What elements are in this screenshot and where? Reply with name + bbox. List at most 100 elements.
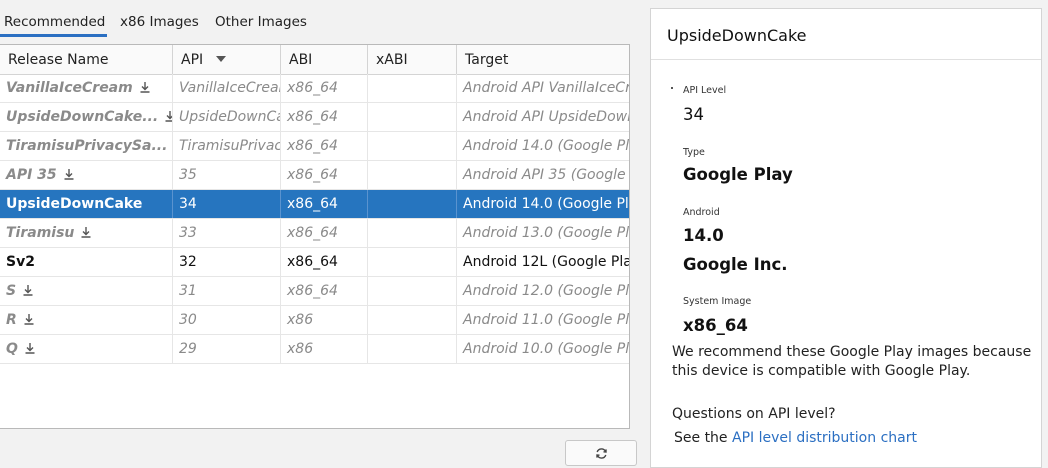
column-header-release-name[interactable]: Release Name bbox=[0, 45, 173, 74]
target-cell: Android 14.0 (Google Play) bbox=[457, 132, 630, 160]
table-row[interactable]: S 31 x86_64 Android 12.0 (Google Play) bbox=[0, 277, 629, 306]
release-name-text: UpsideDownCake bbox=[6, 196, 143, 212]
abi-cell: x86_64 bbox=[281, 132, 368, 160]
download-icon[interactable] bbox=[24, 342, 36, 354]
release-name-cell: API 35 bbox=[0, 161, 173, 189]
type-label: Type bbox=[683, 147, 705, 158]
table-row[interactable]: R 30 x86 Android 11.0 (Google Play) bbox=[0, 306, 630, 335]
column-header-xabi[interactable]: xABI bbox=[368, 45, 457, 74]
api-text: UpsideDownCake bbox=[179, 109, 280, 125]
abi-cell: x86_64 bbox=[281, 74, 368, 102]
column-header-api[interactable]: API bbox=[173, 45, 281, 74]
api-text: 29 bbox=[179, 341, 197, 357]
target-text: Android 14.0 (Google Play) bbox=[463, 138, 630, 154]
tab-x86-images[interactable]: x86 Images bbox=[120, 0, 199, 36]
table-row[interactable]: VanillaIceCream VanillaIceCream x86_64 Andr… bbox=[0, 74, 629, 103]
tab-recommended[interactable]: Recommended bbox=[4, 0, 105, 36]
release-name-cell: R bbox=[0, 306, 173, 334]
table-row[interactable]: UpsideDownCake 34 x86_64 Android 14.0 (Goog… bbox=[0, 190, 629, 219]
api-text: VanillaIceCream bbox=[179, 80, 281, 96]
release-name-text: Tiramisu bbox=[6, 225, 75, 241]
abi-cell: x86_64 bbox=[281, 161, 368, 189]
refresh-button[interactable] bbox=[565, 440, 637, 466]
target-text: Android 10.0 (Google Play) bbox=[463, 341, 630, 357]
xabi-cell bbox=[368, 277, 457, 305]
table-row[interactable]: Q 29 x86 Android 10.0 (Google Play) bbox=[0, 335, 630, 364]
download-icon[interactable] bbox=[139, 81, 151, 93]
api-cell: TiramisuPrivacy bbox=[173, 132, 281, 160]
divider bbox=[651, 59, 1041, 60]
refresh-icon bbox=[596, 448, 607, 459]
target-text: Android 14.0 (Google Play) bbox=[463, 196, 629, 212]
column-header-abi[interactable]: ABI bbox=[281, 45, 368, 74]
details-title: UpsideDownCake bbox=[667, 26, 807, 45]
system-image-table: Release Name API ABI xABI Target Vanilla… bbox=[0, 44, 630, 429]
api-cell: VanillaIceCream bbox=[173, 74, 281, 102]
android-version-value: 14.0 bbox=[683, 226, 724, 245]
xabi-cell bbox=[368, 248, 457, 276]
target-text: Android API UpsideDownCake bbox=[463, 109, 629, 125]
column-header-label: Release Name bbox=[8, 52, 109, 68]
api-level-value: 34 bbox=[683, 105, 704, 124]
download-icon[interactable] bbox=[80, 226, 92, 238]
api-text: 31 bbox=[179, 283, 197, 299]
table-row[interactable]: Sv2 32 x86_64 Android 12L (Google Play) bbox=[0, 248, 630, 277]
system-image-label: System Image bbox=[683, 296, 752, 307]
table-row[interactable]: API 35 35 x86_64 Android API 35 (Google Pla… bbox=[0, 161, 629, 190]
image-details-panel: UpsideDownCake API Level 34 Type Google … bbox=[650, 8, 1042, 468]
table-row[interactable]: TiramisuPrivacySa... TiramisuPrivacy x86_6… bbox=[0, 132, 630, 161]
recommendation-text: We recommend these Google Play images be… bbox=[672, 344, 1032, 379]
api-cell: UpsideDownCake bbox=[173, 103, 281, 131]
abi-text: x86_64 bbox=[287, 109, 338, 125]
tab-other-images[interactable]: Other Images bbox=[215, 0, 307, 36]
download-icon[interactable] bbox=[164, 110, 173, 122]
download-icon[interactable] bbox=[63, 168, 75, 180]
api-text: 34 bbox=[179, 196, 197, 212]
xabi-cell bbox=[368, 219, 457, 247]
android-label: Android bbox=[683, 207, 720, 218]
release-name-text: Sv2 bbox=[6, 254, 35, 270]
api-text: 35 bbox=[179, 167, 197, 183]
release-name-cell: Q bbox=[0, 335, 173, 363]
target-text: Android 11.0 (Google Play) bbox=[463, 312, 630, 328]
release-name-cell: Sv2 bbox=[0, 248, 173, 276]
target-cell: Android 13.0 (Google Play) bbox=[457, 219, 629, 247]
abi-text: x86 bbox=[287, 312, 314, 328]
abi-cell: x86 bbox=[281, 306, 368, 334]
target-cell: Android 11.0 (Google Play) bbox=[457, 306, 630, 334]
see-prefix: See the bbox=[674, 430, 732, 446]
api-cell: 35 bbox=[173, 161, 281, 189]
api-level-question: Questions on API level? bbox=[672, 406, 836, 422]
abi-text: x86_64 bbox=[287, 283, 338, 299]
abi-text: x86 bbox=[287, 341, 314, 357]
api-cell: 31 bbox=[173, 277, 281, 305]
api-level-distribution-link[interactable]: API level distribution chart bbox=[732, 430, 917, 446]
release-name-text: S bbox=[6, 283, 17, 299]
api-text: 33 bbox=[179, 225, 197, 241]
target-cell: Android 12.0 (Google Play) bbox=[457, 277, 629, 305]
api-text: 30 bbox=[179, 312, 197, 328]
xabi-cell bbox=[368, 103, 457, 131]
api-text: TiramisuPrivacy bbox=[179, 138, 281, 154]
api-cell: 33 bbox=[173, 219, 281, 247]
download-icon[interactable] bbox=[23, 313, 35, 325]
abi-text: x86_64 bbox=[287, 254, 338, 270]
target-cell: Android 14.0 (Google Play) bbox=[457, 190, 629, 218]
target-cell: Android 12L (Google Play) bbox=[457, 248, 630, 276]
table-row[interactable]: UpsideDownCake... UpsideDownCake x86_64 And… bbox=[0, 103, 629, 132]
download-icon[interactable] bbox=[22, 284, 34, 296]
abi-cell: x86_64 bbox=[281, 103, 368, 131]
column-header-target[interactable]: Target bbox=[457, 45, 629, 74]
abi-cell: x86 bbox=[281, 335, 368, 363]
abi-cell: x86_64 bbox=[281, 190, 368, 218]
api-cell: 34 bbox=[173, 190, 281, 218]
target-cell: Android API UpsideDownCake bbox=[457, 103, 629, 131]
xabi-cell bbox=[368, 190, 457, 218]
target-text: Android API VanillaIceCream bbox=[463, 80, 629, 96]
api-cell: 32 bbox=[173, 248, 281, 276]
table-row[interactable]: Tiramisu 33 x86_64 Android 13.0 (Google Pla… bbox=[0, 219, 629, 248]
target-text: Android 12L (Google Play) bbox=[463, 254, 630, 270]
release-name-cell: UpsideDownCake... bbox=[0, 103, 173, 131]
vendor-value: Google Inc. bbox=[683, 255, 788, 274]
api-cell: 29 bbox=[173, 335, 281, 363]
